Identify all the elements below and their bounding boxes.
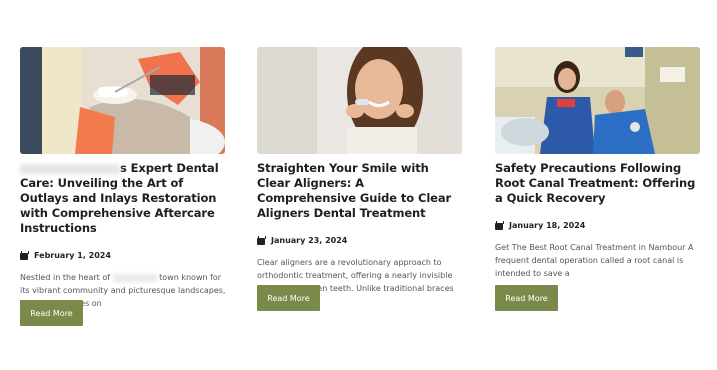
calendar-icon	[20, 251, 29, 260]
calendar-icon	[257, 236, 266, 245]
post-title[interactable]: s Expert Dental Care: Unveiling the Art …	[20, 161, 226, 236]
post-date: January 18, 2024	[495, 221, 701, 230]
dental-procedure-image[interactable]	[20, 47, 225, 154]
blog-card: Safety Precautions Following Root Canal …	[495, 47, 701, 311]
dental-procedure-photo	[20, 47, 225, 154]
post-date-text: January 18, 2024	[509, 221, 586, 230]
post-title[interactable]: Straighten Your Smile with Clear Aligner…	[257, 161, 463, 221]
read-more-button[interactable]: Read More	[20, 300, 83, 326]
read-more-button[interactable]: Read More	[257, 285, 320, 311]
post-date: January 23, 2024	[257, 236, 463, 245]
post-excerpt: Get The Best Root Canal Treatment in Nam…	[495, 243, 694, 278]
root-canal-image[interactable]	[495, 47, 700, 154]
post-date-text: February 1, 2024	[34, 251, 111, 260]
redacted-text	[112, 273, 157, 282]
read-more-button[interactable]: Read More	[495, 285, 558, 311]
woman-holding-aligner-photo	[257, 47, 462, 154]
clear-aligner-image[interactable]	[257, 47, 462, 154]
dentist-with-patient-photo	[495, 47, 700, 154]
post-date-text: January 23, 2024	[271, 236, 348, 245]
blog-card: Straighten Your Smile with Clear Aligner…	[257, 47, 463, 311]
post-date: February 1, 2024	[20, 251, 226, 260]
calendar-icon	[495, 221, 504, 230]
redacted-text	[20, 163, 120, 174]
post-title[interactable]: Safety Precautions Following Root Canal …	[495, 161, 701, 206]
blog-card: s Expert Dental Care: Unveiling the Art …	[20, 47, 226, 326]
